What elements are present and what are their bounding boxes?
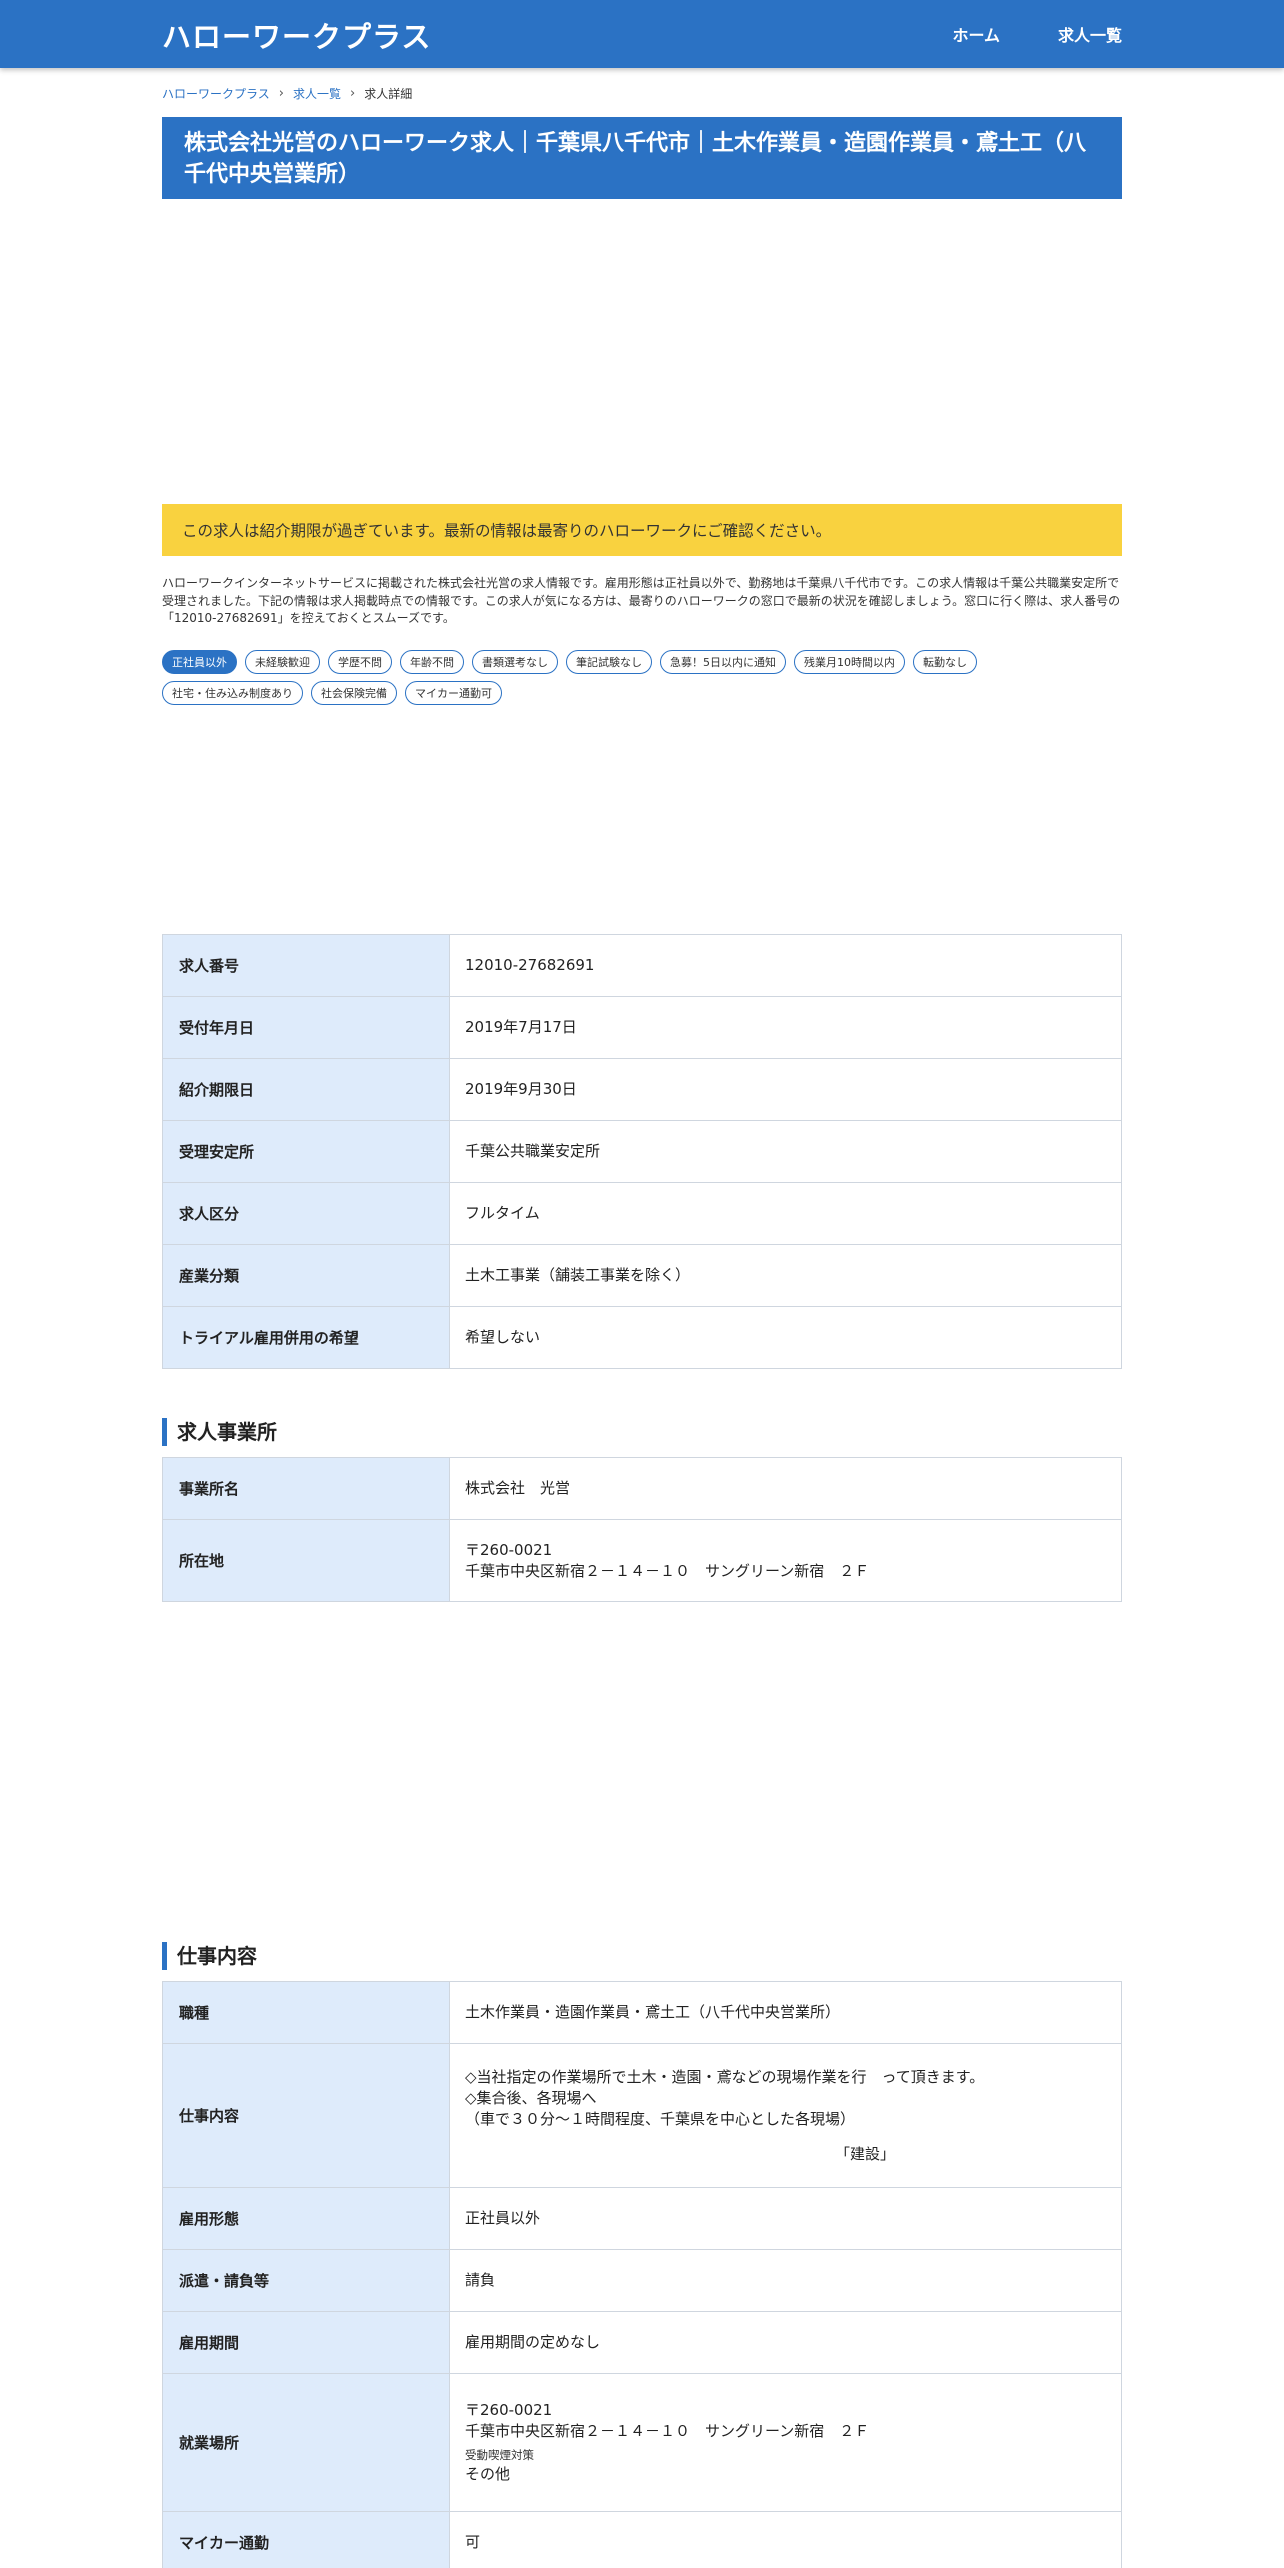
breadcrumb-job-list-link[interactable]: 求人一覧	[293, 85, 341, 102]
postal-code: 〒260-0021	[465, 2401, 553, 2419]
table-row: 雇用形態 正社員以外	[162, 2187, 1122, 2250]
content-line: （車で３０分～１時間程度、千葉県を中心とした各現場）	[465, 2109, 856, 2128]
table-row: 受付年月日 2019年7月17日	[162, 996, 1122, 1059]
trial-employment-value: 希望しない	[449, 1306, 1122, 1369]
nav-home-link[interactable]: ホーム	[952, 22, 1000, 46]
tag-low-overtime: 残業月10時間以内	[794, 650, 905, 674]
row-label: トライアル雇用併用の希望	[162, 1306, 450, 1369]
content-line: ◇当社指定の作業場所で土木・造園・鳶などの現場作業を行 って頂きます。	[465, 2067, 985, 2086]
nav-job-list-link[interactable]: 求人一覧	[1058, 22, 1122, 46]
table-row: 雇用期間 雇用期間の定めなし	[162, 2311, 1122, 2374]
row-label: 産業分類	[162, 1244, 450, 1307]
table-row: 派遣・請負等 請負	[162, 2249, 1122, 2312]
office-section-heading: 求人事業所	[162, 1418, 277, 1446]
row-label: 仕事内容	[162, 2043, 450, 2188]
industry-value: 土木工事業（舗装工事業を除く）	[449, 1244, 1122, 1307]
row-label: 雇用形態	[162, 2187, 450, 2250]
site-header: ハローワークプラス ホーム 求人一覧	[0, 0, 1284, 68]
row-label: 求人番号	[162, 934, 450, 997]
row-label: 紹介期限日	[162, 1058, 450, 1121]
row-label: マイカー通勤	[162, 2511, 450, 2568]
expiry-date-value: 2019年9月30日	[449, 1058, 1122, 1121]
occupation-value: 土木作業員・造園作業員・鳶土工（八千代中央営業所）	[449, 1981, 1122, 2044]
smoking-policy-label: 受動喫煙対策	[465, 2448, 534, 2462]
header-nav: ホーム 求人一覧	[952, 22, 1122, 46]
site-logo[interactable]: ハローワークプラス	[162, 14, 431, 56]
content-line: 「建設」	[835, 2144, 896, 2163]
table-row: 就業場所 〒260-0021 千葉市中央区新宿２－１４－１０ サングリーン新宿 …	[162, 2373, 1122, 2512]
table-row: 事業所名 株式会社 光営	[162, 1457, 1122, 1520]
tag-no-transfer: 転勤なし	[913, 650, 977, 674]
table-row: 職種 土木作業員・造園作業員・鳶土工（八千代中央営業所）	[162, 1981, 1122, 2044]
content-line: ◇集合後、各現場へ	[465, 2088, 597, 2107]
tag-non-regular: 正社員以外	[162, 650, 237, 674]
feature-tags: 正社員以外 未経験歓迎 学歴不問 年齢不問 書類選考なし 筆記試験なし 急募！5…	[162, 650, 1122, 705]
tag-no-document-screening: 書類選考なし	[472, 650, 558, 674]
tag-any-age: 年齢不問	[400, 650, 464, 674]
row-label: 受理安定所	[162, 1120, 450, 1183]
table-row: 産業分類 土木工事業（舗装工事業を除く）	[162, 1244, 1122, 1307]
tag-no-written-test: 筆記試験なし	[566, 650, 652, 674]
table-row: 所在地 〒260-0021 千葉市中央区新宿２－１４－１０ サングリーン新宿 ２…	[162, 1519, 1122, 1602]
row-label: 所在地	[162, 1519, 450, 1602]
chevron-right-icon: ›	[349, 86, 356, 101]
tag-no-experience: 未経験歓迎	[245, 650, 320, 674]
job-number-value: 12010-27682691	[449, 934, 1122, 997]
tag-social-insurance: 社会保険完備	[311, 681, 397, 705]
breadcrumb-home-link[interactable]: ハローワークプラス	[162, 85, 270, 102]
company-address-value: 〒260-0021 千葉市中央区新宿２－１４－１０ サングリーン新宿 ２Ｆ	[449, 1519, 1122, 1602]
row-label: 求人区分	[162, 1182, 450, 1245]
smoking-policy-value: その他	[465, 2465, 511, 2483]
work-location-value: 〒260-0021 千葉市中央区新宿２－１４－１０ サングリーン新宿 ２Ｆ 受動…	[449, 2373, 1122, 2512]
employment-period-value: 雇用期間の定めなし	[449, 2311, 1122, 2374]
row-label: 就業場所	[162, 2373, 450, 2512]
tag-urgent: 急募！5日以内に通知	[660, 650, 786, 674]
row-label: 事業所名	[162, 1457, 450, 1520]
row-label: 雇用期間	[162, 2311, 450, 2374]
row-label: 受付年月日	[162, 996, 450, 1059]
breadcrumb-current: 求人詳細	[364, 87, 413, 101]
received-date-value: 2019年7月17日	[449, 996, 1122, 1059]
company-name-value: 株式会社 光営	[449, 1457, 1122, 1520]
job-section-heading: 仕事内容	[162, 1942, 257, 1970]
breadcrumb: ハローワークプラス › 求人一覧 › 求人詳細	[162, 85, 412, 102]
address-text: 千葉市中央区新宿２－１４－１０ サングリーン新宿 ２Ｆ	[465, 1561, 870, 1580]
postal-code: 〒260-0021	[465, 1540, 553, 1559]
table-row: 紹介期限日 2019年9月30日	[162, 1058, 1122, 1121]
table-row: 求人区分 フルタイム	[162, 1182, 1122, 1245]
table-row: 受理安定所 千葉公共職業安定所	[162, 1120, 1122, 1183]
office-table: 事業所名 株式会社 光営 所在地 〒260-0021 千葉市中央区新宿２－１４－…	[162, 1457, 1122, 1602]
tag-car-commute: マイカー通勤可	[405, 681, 502, 705]
address-text: 千葉市中央区新宿２－１４－１０ サングリーン新宿 ２Ｆ	[465, 2422, 870, 2440]
tag-housing: 社宅・住み込み制度あり	[162, 681, 303, 705]
table-row: トライアル雇用併用の希望 希望しない	[162, 1306, 1122, 1369]
expired-alert: この求人は紹介期限が過ぎています。最新の情報は最寄りのハローワークにご確認くださ…	[162, 504, 1122, 556]
car-commute-value: 可	[449, 2511, 1122, 2568]
table-row: 求人番号 12010-27682691	[162, 934, 1122, 997]
table-row: マイカー通勤 可	[162, 2511, 1122, 2568]
row-label: 派遣・請負等	[162, 2249, 450, 2312]
basic-info-table: 求人番号 12010-27682691 受付年月日 2019年7月17日 紹介期…	[162, 934, 1122, 1369]
job-category-value: フルタイム	[449, 1182, 1122, 1245]
row-label: 職種	[162, 1981, 450, 2044]
job-table: 職種 土木作業員・造園作業員・鳶土工（八千代中央営業所） 仕事内容 ◇当社指定の…	[162, 1981, 1122, 2568]
office-value: 千葉公共職業安定所	[449, 1120, 1122, 1183]
table-row: 仕事内容 ◇当社指定の作業場所で土木・造園・鳶などの現場作業を行 って頂きます。…	[162, 2043, 1122, 2188]
intro-text: ハローワークインターネットサービスに掲載された株式会社光営の求人情報です。雇用形…	[162, 576, 1121, 625]
job-content-value: ◇当社指定の作業場所で土木・造園・鳶などの現場作業を行 って頂きます。 ◇集合後…	[449, 2043, 1122, 2188]
dispatch-value: 請負	[449, 2249, 1122, 2312]
tag-any-education: 学歴不問	[328, 650, 392, 674]
page-title: 株式会社光営のハローワーク求人｜千葉県八千代市｜土木作業員・造園作業員・鳶土工（…	[162, 117, 1122, 199]
chevron-right-icon: ›	[278, 86, 284, 101]
employment-type-value: 正社員以外	[449, 2187, 1122, 2250]
